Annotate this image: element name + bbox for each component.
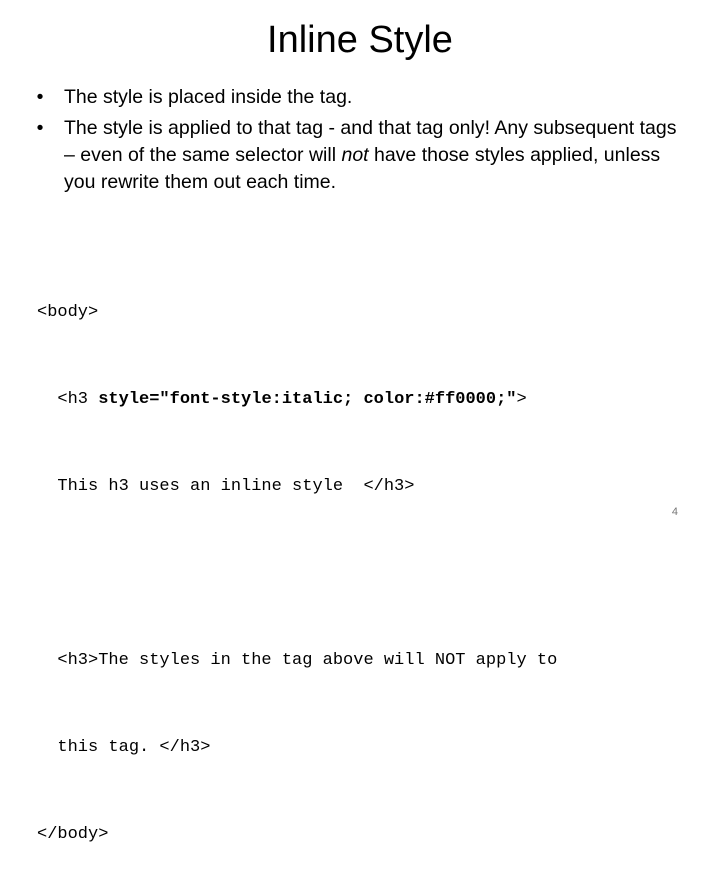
- page-number: 4: [671, 506, 678, 518]
- slide-title: Inline Style: [267, 19, 453, 61]
- code-block: <body> <h3 style="font-style:italic; col…: [37, 240, 557, 878]
- code-line-h3-content: This h3 uses an inline style </h3>: [37, 477, 415, 496]
- bullet-icon: •: [36, 117, 44, 139]
- bullet-icon: •: [36, 86, 44, 108]
- bullet-item: • The style is applied to that tag - and…: [30, 115, 680, 196]
- bullet-text-emphasis: not: [341, 144, 369, 166]
- code-line-second-h3: <h3>The styles in the tag above will NOT…: [37, 651, 558, 670]
- bullet-item: • The style is placed inside the tag.: [30, 84, 680, 111]
- bullet-text: The style is placed inside the tag.: [64, 86, 353, 108]
- code-h3-tag: <h3: [57, 390, 99, 409]
- bullet-list: • The style is placed inside the tag. • …: [30, 84, 680, 200]
- code-style-attribute: style="font-style:italic; color:#ff0000;…: [98, 390, 517, 409]
- code-line-second-h3-end: this tag. </h3>: [37, 738, 211, 757]
- code-line-h3-open: <h3 style="font-style:italic; color:#ff0…: [37, 385, 557, 414]
- code-line-body-close: </body>: [37, 825, 109, 844]
- code-tag-close: >: [516, 390, 527, 409]
- code-line-body-open: <body>: [37, 303, 99, 322]
